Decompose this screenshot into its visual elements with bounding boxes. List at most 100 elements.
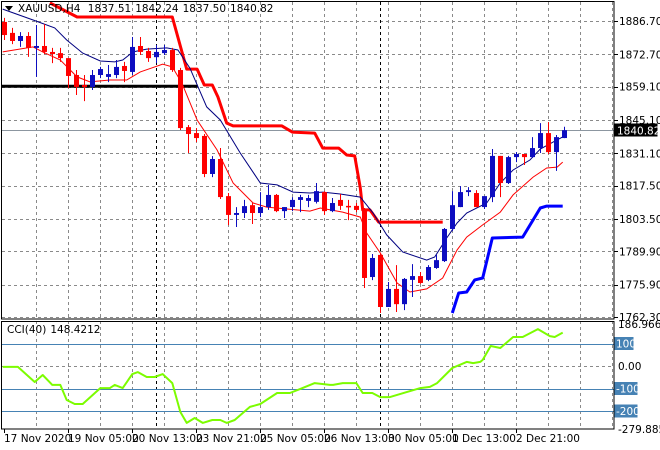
bearish-candle[interactable] — [346, 199, 351, 221]
candle-body — [346, 205, 351, 208]
bearish-candle[interactable] — [146, 47, 151, 62]
candle-body — [34, 45, 39, 48]
bearish-candle[interactable] — [498, 155, 503, 198]
candle-body — [378, 254, 383, 308]
bearish-candle[interactable] — [202, 134, 207, 178]
candle-body — [426, 267, 431, 280]
bullish-candle[interactable] — [450, 191, 455, 232]
time-axis-label: 19 Nov 05:00 — [68, 433, 139, 445]
bullish-candle[interactable] — [426, 265, 431, 282]
bullish-candle[interactable] — [530, 137, 535, 159]
bullish-candle[interactable] — [506, 155, 511, 184]
candle-body — [74, 75, 79, 87]
bearish-candle[interactable] — [274, 193, 279, 213]
candle-body — [202, 135, 207, 174]
bullish-candle[interactable] — [114, 60, 119, 79]
bullish-candle[interactable] — [154, 45, 159, 64]
bullish-candle[interactable] — [282, 207, 287, 219]
chart-header: XAUUSD,H4 1837.51 1842.24 1837.50 1840.82 — [18, 3, 277, 15]
price-axis-label: 1859.10 — [619, 82, 660, 94]
price-axis-label: 1775.90 — [619, 280, 660, 292]
candle-body — [442, 228, 447, 262]
bullish-candle[interactable] — [242, 199, 247, 219]
bullish-candle[interactable] — [306, 194, 311, 208]
bearish-candle[interactable] — [10, 27, 15, 45]
candle-body — [474, 193, 479, 208]
bearish-candle[interactable] — [354, 203, 359, 213]
candle-body — [410, 276, 415, 280]
bearish-candle[interactable] — [226, 193, 231, 226]
bearish-candle[interactable] — [26, 32, 31, 57]
bearish-candle[interactable] — [250, 203, 255, 224]
bearish-candle[interactable] — [138, 36, 143, 56]
price-chart[interactable]: 1886.701872.701859.101845.101831.101817.… — [0, 0, 660, 450]
bullish-candle[interactable] — [266, 184, 271, 210]
bearish-candle[interactable] — [186, 124, 191, 154]
bullish-candle[interactable] — [538, 123, 543, 154]
bearish-candle[interactable] — [546, 122, 551, 155]
bullish-candle[interactable] — [234, 207, 239, 228]
bullish-candle[interactable] — [210, 156, 215, 178]
bullish-candle[interactable] — [34, 25, 39, 77]
cci-max-label: 186.966 — [618, 319, 660, 331]
candle-body — [402, 278, 407, 305]
bullish-candle[interactable] — [162, 45, 167, 56]
bearish-candle[interactable] — [74, 70, 79, 95]
bearish-candle[interactable] — [522, 154, 527, 165]
cci-line — [2, 328, 564, 424]
bullish-candle[interactable] — [370, 253, 375, 281]
main-pane[interactable] — [0, 2, 614, 319]
bullish-candle[interactable] — [330, 198, 335, 213]
blue-stop-line — [450, 204, 563, 314]
candle-body — [306, 198, 311, 201]
bullish-candle[interactable] — [490, 149, 495, 203]
bearish-candle[interactable] — [66, 58, 71, 89]
candle-body — [498, 155, 503, 184]
bearish-candle[interactable] — [474, 190, 479, 208]
cci-name: CCI(40) — [7, 324, 47, 336]
bearish-candle[interactable] — [418, 272, 423, 284]
candle-body — [26, 35, 31, 48]
bearish-candle[interactable] — [362, 208, 367, 288]
bearish-candle[interactable] — [338, 193, 343, 210]
candle-body — [10, 32, 15, 41]
price-axis-label: 1789.90 — [619, 246, 660, 258]
bearish-candle[interactable] — [322, 191, 327, 215]
bullish-candle[interactable] — [482, 196, 487, 209]
symbol-label: XAUUSD,H4 — [18, 3, 81, 15]
bearish-candle[interactable] — [42, 24, 47, 55]
bullish-candle[interactable] — [298, 194, 303, 213]
candle-body — [538, 133, 543, 149]
bearish-candle[interactable] — [170, 47, 175, 72]
candle-body — [146, 50, 151, 59]
bullish-candle[interactable] — [402, 277, 407, 311]
candle-body — [210, 159, 215, 174]
cci-pane[interactable] — [2, 321, 614, 429]
bearish-candle[interactable] — [218, 148, 223, 199]
candle-body — [490, 155, 495, 198]
candle-body — [562, 130, 567, 139]
time-axis-label: 30 Nov 05:00 — [388, 433, 459, 445]
bullish-candle[interactable] — [562, 126, 567, 139]
bullish-candle[interactable] — [458, 186, 463, 208]
bullish-candle[interactable] — [98, 66, 103, 79]
candle-body — [458, 192, 463, 208]
dropdown-triangle-icon[interactable] — [5, 6, 13, 11]
candle-body — [90, 75, 95, 87]
bearish-candle[interactable] — [178, 67, 183, 130]
bullish-candle[interactable] — [130, 36, 135, 76]
bearish-candle[interactable] — [394, 265, 399, 313]
candle-body — [18, 35, 23, 41]
current-price-label: 1840.82 — [617, 126, 660, 138]
candle-body — [482, 196, 487, 208]
price-axis-label: 1831.10 — [619, 148, 660, 160]
bullish-candle[interactable] — [18, 32, 23, 47]
candle-body — [154, 51, 159, 58]
bullish-candle[interactable] — [442, 228, 447, 263]
time-axis-label: 2 Dec 21:00 — [516, 433, 580, 445]
bearish-candle[interactable] — [378, 253, 383, 313]
bullish-candle[interactable] — [466, 187, 471, 197]
time-axis-label: 20 Nov 13:00 — [132, 433, 203, 445]
time-axis-label: 25 Nov 05:00 — [260, 433, 331, 445]
bearish-candle[interactable] — [122, 61, 127, 83]
